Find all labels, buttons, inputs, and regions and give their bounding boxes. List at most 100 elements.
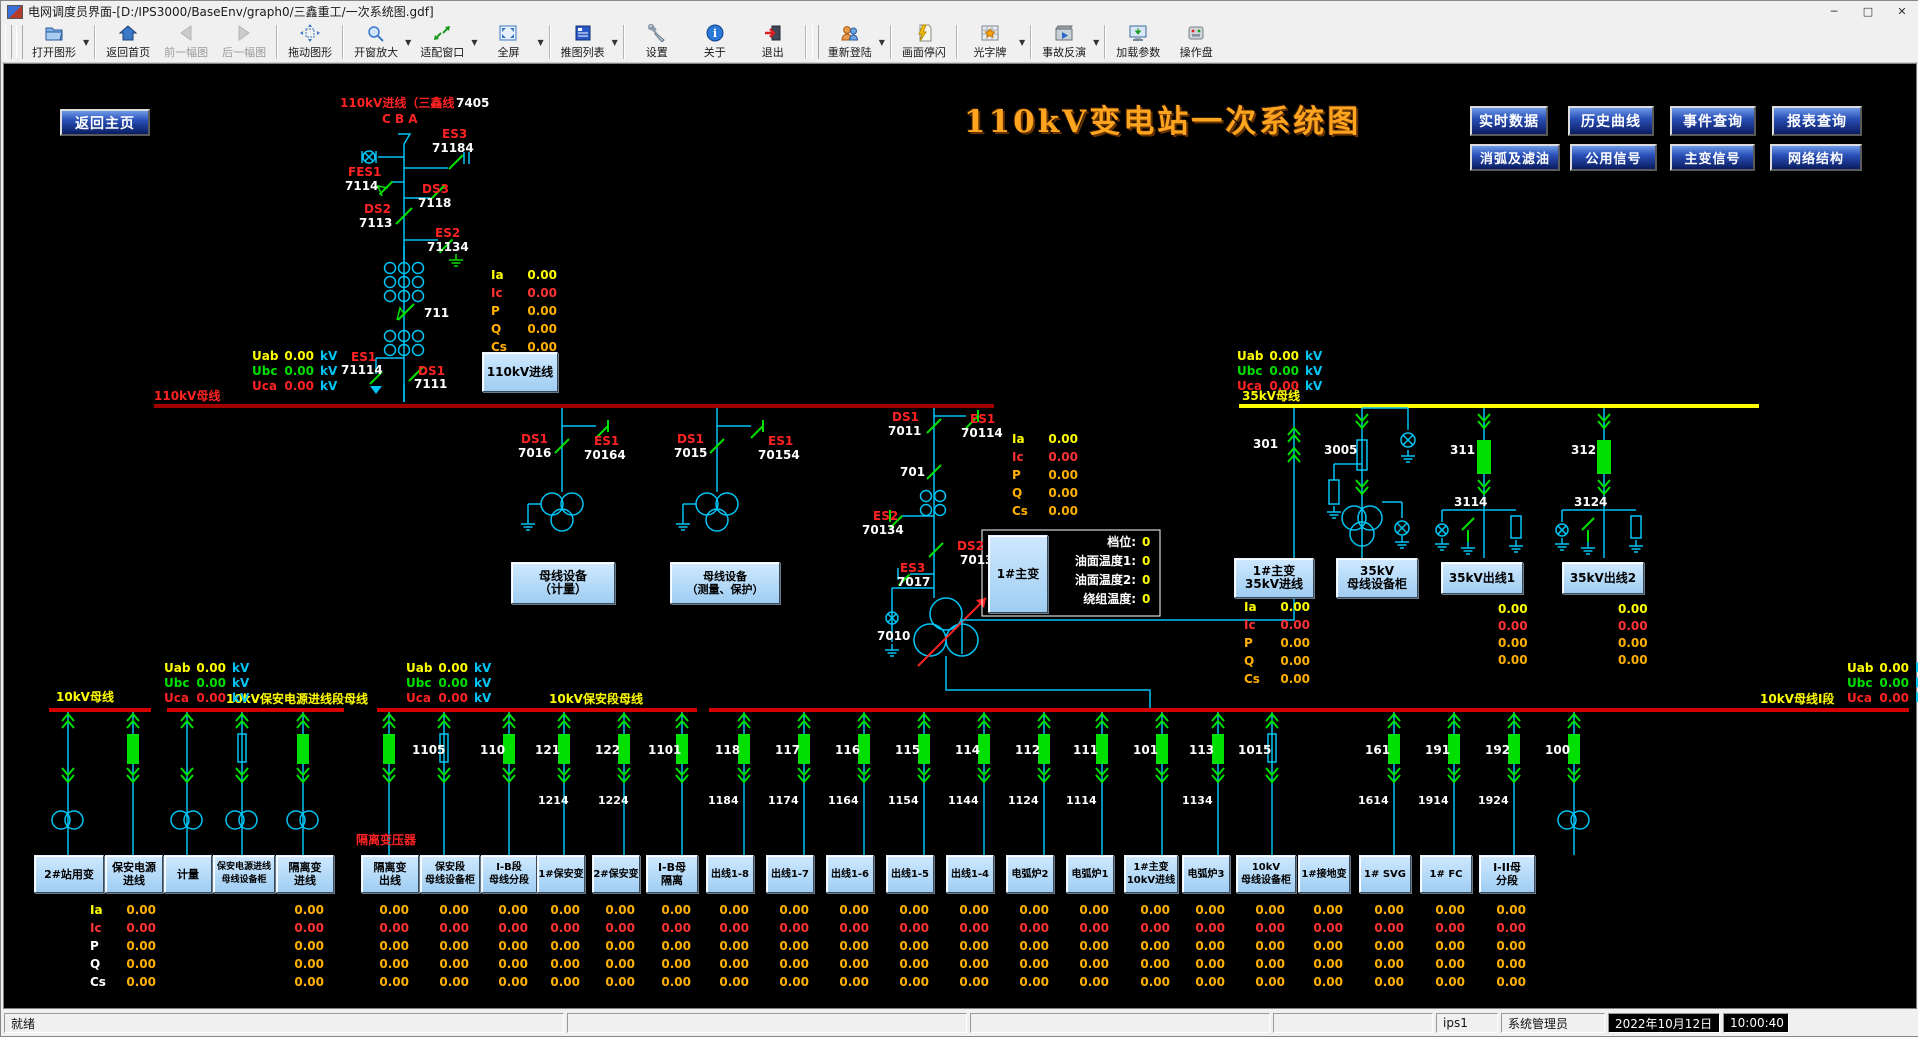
dropdown-arrow-icon[interactable]: ▼ [1019,38,1025,47]
bottom-meas-value: 0.00 [889,921,929,935]
bottom-button-12[interactable]: 出线1-8 [706,855,754,893]
bottom-button-10[interactable]: 2#保安变 [592,855,640,893]
nav-button-4-row2[interactable]: 网络结构 [1770,144,1862,171]
dropdown-arrow-icon[interactable]: ▼ [405,38,411,47]
toolbar-button-settings[interactable]: 设置 [628,21,686,63]
toolbar-button-home[interactable]: 返回首页 [99,21,157,63]
minimize-button[interactable]: ─ [1817,1,1851,22]
bottom-button-20[interactable]: 电弧炉3 [1182,855,1230,893]
btn-35kv-main-in[interactable]: 1#主变35kV进线 [1234,558,1314,598]
bottom-meas-value: 0.00 [429,939,469,953]
dropdown-arrow-icon[interactable]: ▼ [879,38,885,47]
nav-button-3-row2[interactable]: 主变信号 [1670,144,1755,171]
btn-35kv-busdev[interactable]: 35kV母线设备柜 [1336,558,1418,598]
btn-busdev-metering[interactable]: 母线设备（计量） [511,562,615,604]
toolbar-button-pan[interactable]: 拖动图形 [281,21,339,63]
feeder-number-100: 100 [1545,744,1570,757]
bottom-meas-value: 0.00 [1364,957,1404,971]
btn-busdev-protect[interactable]: 母线设备（测量、保护） [670,562,780,604]
toolbar-button-exit[interactable]: 退出 [744,21,802,63]
nav-button-2-row2[interactable]: 公用信号 [1570,144,1657,171]
toolbar-button-relogin[interactable]: 重新登陆 [821,21,879,63]
maximize-button[interactable]: □ [1851,1,1885,22]
nav-button-3-row1[interactable]: 事件查询 [1670,106,1756,136]
bottom-button-11[interactable]: I-B母隔离 [646,855,698,893]
toolbar-button-zoom-window[interactable]: 开窗放大 [347,21,405,63]
dropdown-arrow-icon[interactable]: ▼ [1093,38,1099,47]
btn-35kv-out2[interactable]: 35kV出线2 [1562,562,1644,594]
toolbar-button-light-board[interactable]: 光字牌 [961,21,1019,63]
toolbar-button-stop-flash[interactable]: 画面停闪 [895,21,953,63]
toolbar-button-replay[interactable]: 事故反演 [1035,21,1093,63]
meas-110kv-line-value-Ic: 0.00 [517,286,557,300]
breaker-35kv[interactable] [1597,440,1611,474]
volt-10kv-baoan-in-label-Ubc: Ubc [164,676,189,690]
status-ready: 就绪 [4,1013,564,1033]
breaker-10kv[interactable] [383,734,395,764]
bottom-button-8[interactable]: I-B段母线分段 [481,855,537,893]
bottom-button-17[interactable]: 电弧炉2 [1006,855,1054,893]
dropdown-arrow-icon[interactable]: ▼ [612,38,618,47]
bottom-button-9[interactable]: 1#保安变 [537,855,585,893]
toolbar-button-fullscreen[interactable]: 全屏 [479,21,537,63]
sld-label: 7114 [345,180,378,193]
breaker-10kv[interactable] [127,734,139,764]
feeder-number-1015: 1015 [1238,744,1271,757]
bottom-meas-value: 0.00 [284,957,324,971]
bottom-button-3[interactable]: 计量 [164,855,212,893]
bottom-button-13[interactable]: 出线1-7 [766,855,814,893]
bottom-button-21[interactable]: 10kV母线设备柜 [1236,855,1296,893]
breaker-35kv[interactable] [1477,440,1491,474]
meas-35kv-in-label-Ia: Ia [1244,600,1257,614]
dropdown-arrow-icon[interactable]: ▼ [83,38,89,47]
button-line: 进线 [294,874,316,887]
bottom-button-2[interactable]: 保安电源进线 [105,855,163,893]
nav-button-1-row1[interactable]: 实时数据 [1470,106,1548,136]
volt-110kv-unit: kV [320,379,337,393]
btn-main-transformer-1[interactable]: 1#主变 [988,535,1048,613]
sld-label: 71184 [432,142,474,155]
feeder-subnumber-1924: 1924 [1478,794,1509,807]
bottom-button-18[interactable]: 电弧炉1 [1066,855,1114,893]
bottom-button-6[interactable]: 隔离变出线 [361,855,419,893]
bottom-button-15[interactable]: 出线1-5 [886,855,934,893]
bottom-meas-value: 0.00 [709,903,749,917]
bottom-meas-value: 0.00 [488,975,528,989]
toolbar-button-open-graphic[interactable]: 打开图形 [25,21,83,63]
bottom-meas-value: 0.00 [1364,903,1404,917]
bottom-button-25[interactable]: I-II母分段 [1479,855,1535,893]
btn-35kv-out1[interactable]: 35kV出线1 [1441,562,1523,594]
close-button[interactable]: ✕ [1885,1,1918,22]
bottom-button-14[interactable]: 出线1-6 [826,855,874,893]
bottom-meas-value: 0.00 [1069,921,1109,935]
bottom-meas-value: 0.00 [651,921,691,935]
nav-button-4-row1[interactable]: 报表查询 [1772,106,1862,136]
bottom-button-23[interactable]: 1# SVG [1359,855,1411,893]
bottom-button-19[interactable]: 1#主变10kV进线 [1124,855,1178,893]
dropdown-arrow-icon[interactable]: ▼ [471,38,477,47]
toolbar-button-load-params[interactable]: 加载参数 [1109,21,1167,63]
breaker-10kv[interactable] [297,734,309,764]
toolbar-button-push-list[interactable]: 推图列表 [554,21,612,63]
pan-icon [300,23,320,43]
meas-110kv-line-label-Q: Q [491,322,501,336]
bus-10kv-baoan-in [167,708,344,712]
bottom-button-5[interactable]: 隔离变进线 [276,855,334,893]
bottom-button-22[interactable]: 1#接地变 [1298,855,1350,893]
toolbar-button-fit-window[interactable]: 适配窗口 [413,21,471,63]
bottom-meas-value: 0.00 [709,975,749,989]
toolbar-button-operation-panel[interactable]: 操作盘 [1167,21,1225,63]
bottom-button-7[interactable]: 保安段母线设备柜 [420,855,480,893]
bottom-button-24[interactable]: 1# FC [1420,855,1472,893]
btn-110kv-incoming[interactable]: 110kV进线 [482,352,558,392]
toolbar-button-about[interactable]: i关于 [686,21,744,63]
transformer-param-label: 油面温度1: [1050,555,1136,568]
bottom-button-1[interactable]: 2#站用变 [34,855,104,893]
home-button[interactable]: 返回主页 [60,109,150,136]
dropdown-arrow-icon[interactable]: ▼ [537,38,543,47]
bottom-button-16[interactable]: 出线1-4 [946,855,994,893]
zoom-window-icon [366,23,386,43]
bottom-button-4[interactable]: 保安电源进线母线设备柜 [213,855,275,893]
nav-button-1-row2[interactable]: 消弧及滤油 [1470,144,1560,171]
nav-button-2-row1[interactable]: 历史曲线 [1568,106,1654,136]
